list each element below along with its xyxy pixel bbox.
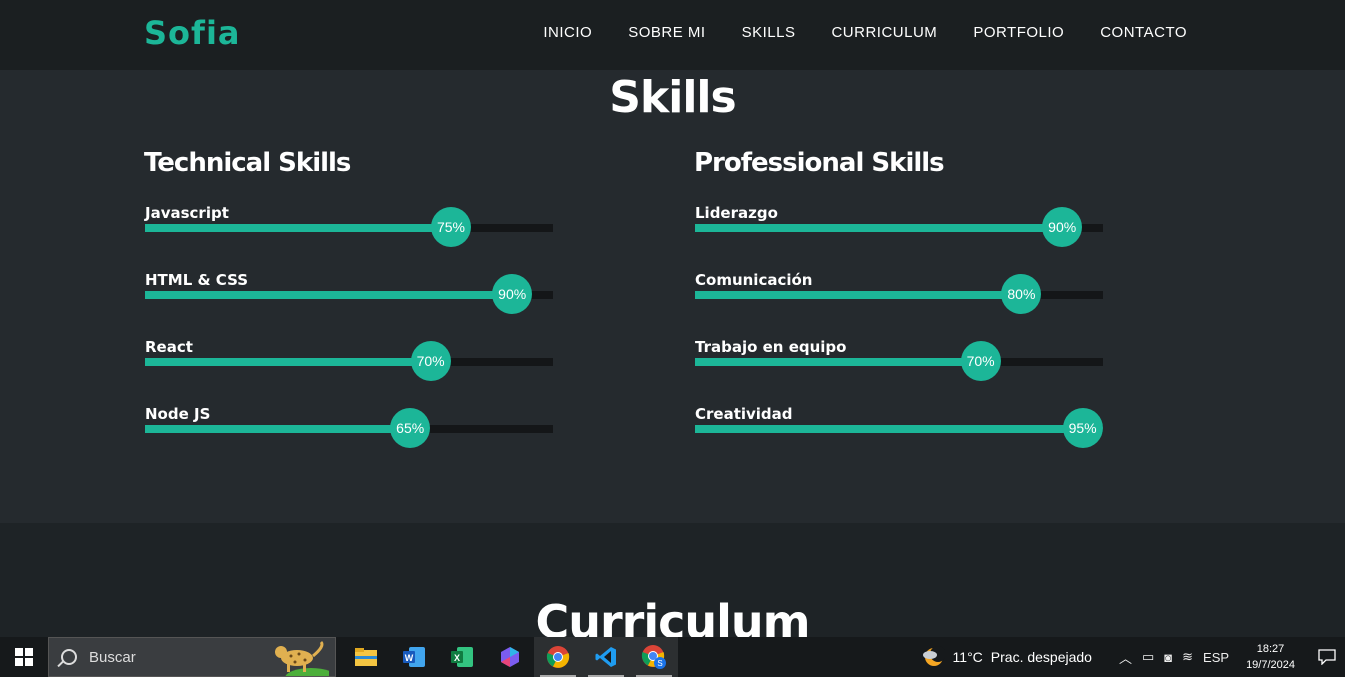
skill-name: HTML & CSS bbox=[145, 271, 249, 289]
skill-progress-track: 75% bbox=[145, 207, 553, 247]
taskbar-app[interactable] bbox=[582, 637, 630, 677]
language-indicator[interactable]: ESP bbox=[1203, 650, 1229, 665]
chrome-icon bbox=[546, 646, 570, 668]
skill-progress-track: 80% bbox=[695, 274, 1103, 314]
skill-name: Liderazgo bbox=[695, 204, 778, 222]
weather-description: Prac. despejado bbox=[990, 649, 1092, 665]
skill-percent-badge: 90% bbox=[1042, 207, 1083, 247]
skill-percent-badge: 80% bbox=[1001, 274, 1042, 314]
taskbar-clock[interactable]: 18:27 19/7/2024 bbox=[1246, 641, 1295, 673]
nav-sobre-mi[interactable]: SOBRE MI bbox=[628, 24, 705, 41]
taskbar-apps: W X S bbox=[342, 637, 678, 677]
svg-text:S: S bbox=[657, 659, 662, 668]
skill-progress-track: 70% bbox=[695, 341, 1103, 381]
professional-skills-column: Professional Skills Liderazgo 90% Comuni… bbox=[694, 148, 1104, 472]
skill-progress-track: 90% bbox=[145, 274, 553, 314]
clock-date: 19/7/2024 bbox=[1246, 659, 1295, 671]
taskbar-app[interactable]: X bbox=[438, 637, 486, 677]
skills-title: Skills bbox=[609, 72, 736, 123]
wifi-icon[interactable]: ≋ bbox=[1182, 649, 1193, 665]
skill-row: React 70% bbox=[144, 338, 554, 405]
skill-name: Creatividad bbox=[695, 405, 793, 423]
skill-name: Trabajo en equipo bbox=[695, 338, 847, 356]
taskbar-app[interactable] bbox=[534, 637, 582, 677]
camera-icon[interactable]: ◙ bbox=[1164, 650, 1172, 665]
skill-row: Liderazgo 90% bbox=[694, 204, 1104, 271]
skill-progress-fill bbox=[695, 291, 1022, 299]
skill-progress-fill bbox=[145, 425, 411, 433]
windows-start-button[interactable] bbox=[0, 637, 48, 677]
word-icon: W bbox=[403, 647, 425, 667]
search-placeholder: Buscar bbox=[89, 648, 136, 666]
nav-curriculum[interactable]: CURRICULUM bbox=[831, 24, 937, 41]
skill-row: Comunicación 80% bbox=[694, 271, 1104, 338]
svg-text:W: W bbox=[405, 653, 414, 663]
skill-progress-fill bbox=[145, 224, 451, 232]
skill-name: Node JS bbox=[145, 405, 211, 423]
nav-inicio[interactable]: INICIO bbox=[543, 24, 592, 41]
skill-row: HTML & CSS 90% bbox=[144, 271, 554, 338]
skill-percent-badge: 70% bbox=[960, 341, 1001, 381]
skill-row: Node JS 65% bbox=[144, 405, 554, 472]
taskbar-app[interactable]: S bbox=[630, 637, 678, 677]
chrome-profile-icon: S bbox=[641, 645, 666, 669]
notification-button[interactable] bbox=[1309, 649, 1345, 665]
vscode-icon bbox=[595, 647, 616, 667]
windows-logo-icon bbox=[15, 648, 33, 666]
system-tray: 11°C Prac. despejado ︿ ▭ ◙ ≋ ESP 18:27 1… bbox=[921, 637, 1345, 677]
skill-progress-fill bbox=[695, 358, 981, 366]
technical-skills-title: Technical Skills bbox=[144, 148, 351, 178]
nav-portfolio[interactable]: PORTFOLIO bbox=[973, 24, 1064, 41]
notification-icon bbox=[1318, 649, 1336, 665]
professional-skills-title: Professional Skills bbox=[694, 148, 945, 178]
skill-progress-fill bbox=[145, 291, 513, 299]
nav-contacto[interactable]: CONTACTO bbox=[1100, 24, 1187, 41]
clock-time: 18:27 bbox=[1256, 643, 1285, 655]
site-logo[interactable]: Sofia bbox=[144, 14, 241, 52]
site-header: Sofia INICIO SOBRE MI SKILLS CURRICULUM … bbox=[0, 0, 1345, 70]
skill-percent-badge: 65% bbox=[390, 408, 431, 448]
skill-progress-track: 70% bbox=[145, 341, 553, 381]
taskbar-app[interactable]: W bbox=[390, 637, 438, 677]
svg-text:X: X bbox=[454, 653, 460, 663]
chevron-up-icon[interactable]: ︿ bbox=[1119, 648, 1132, 667]
skill-row: Trabajo en equipo 70% bbox=[694, 338, 1104, 405]
windows-taskbar: Buscar W X S 11°C Prac. despejado ︿ ▭ ◙ … bbox=[0, 637, 1345, 677]
skill-percent-badge: 70% bbox=[410, 341, 451, 381]
skill-progress-fill bbox=[145, 358, 431, 366]
search-icon bbox=[61, 649, 77, 665]
file-explorer-icon bbox=[355, 648, 377, 666]
technical-skills-column: Technical Skills Javascript 75% HTML & C… bbox=[144, 148, 554, 472]
skill-progress-track: 65% bbox=[145, 408, 553, 448]
skill-progress-fill bbox=[695, 224, 1063, 232]
moon-cloud-icon bbox=[922, 646, 945, 666]
skills-section: Skills Technical Skills Javascript 75% H… bbox=[0, 70, 1345, 523]
skill-percent-badge: 90% bbox=[492, 274, 533, 314]
copilot-icon bbox=[501, 647, 519, 667]
skill-progress-track: 90% bbox=[695, 207, 1103, 247]
excel-icon: X bbox=[451, 647, 473, 667]
skill-row: Creatividad 95% bbox=[694, 405, 1104, 472]
taskbar-app[interactable] bbox=[486, 637, 534, 677]
taskbar-app[interactable] bbox=[342, 637, 390, 677]
skill-row: Javascript 75% bbox=[144, 204, 554, 271]
skill-percent-badge: 95% bbox=[1062, 408, 1103, 448]
skill-progress-track: 95% bbox=[695, 408, 1103, 448]
battery-icon[interactable]: ▭ bbox=[1142, 649, 1154, 665]
skill-percent-badge: 75% bbox=[431, 207, 471, 247]
skill-name: Comunicación bbox=[695, 271, 813, 289]
weather-widget[interactable]: 11°C Prac. despejado bbox=[921, 646, 1092, 668]
nav-skills[interactable]: SKILLS bbox=[742, 24, 796, 41]
skill-name: Javascript bbox=[145, 204, 229, 222]
search-highlight-leopard-icon bbox=[275, 640, 329, 676]
skill-progress-fill bbox=[695, 425, 1083, 433]
main-nav: INICIO SOBRE MI SKILLS CURRICULUM PORTFO… bbox=[543, 24, 1187, 41]
skill-name: React bbox=[145, 338, 193, 356]
taskbar-search-box[interactable]: Buscar bbox=[48, 637, 336, 677]
weather-temperature: 11°C bbox=[952, 649, 983, 665]
